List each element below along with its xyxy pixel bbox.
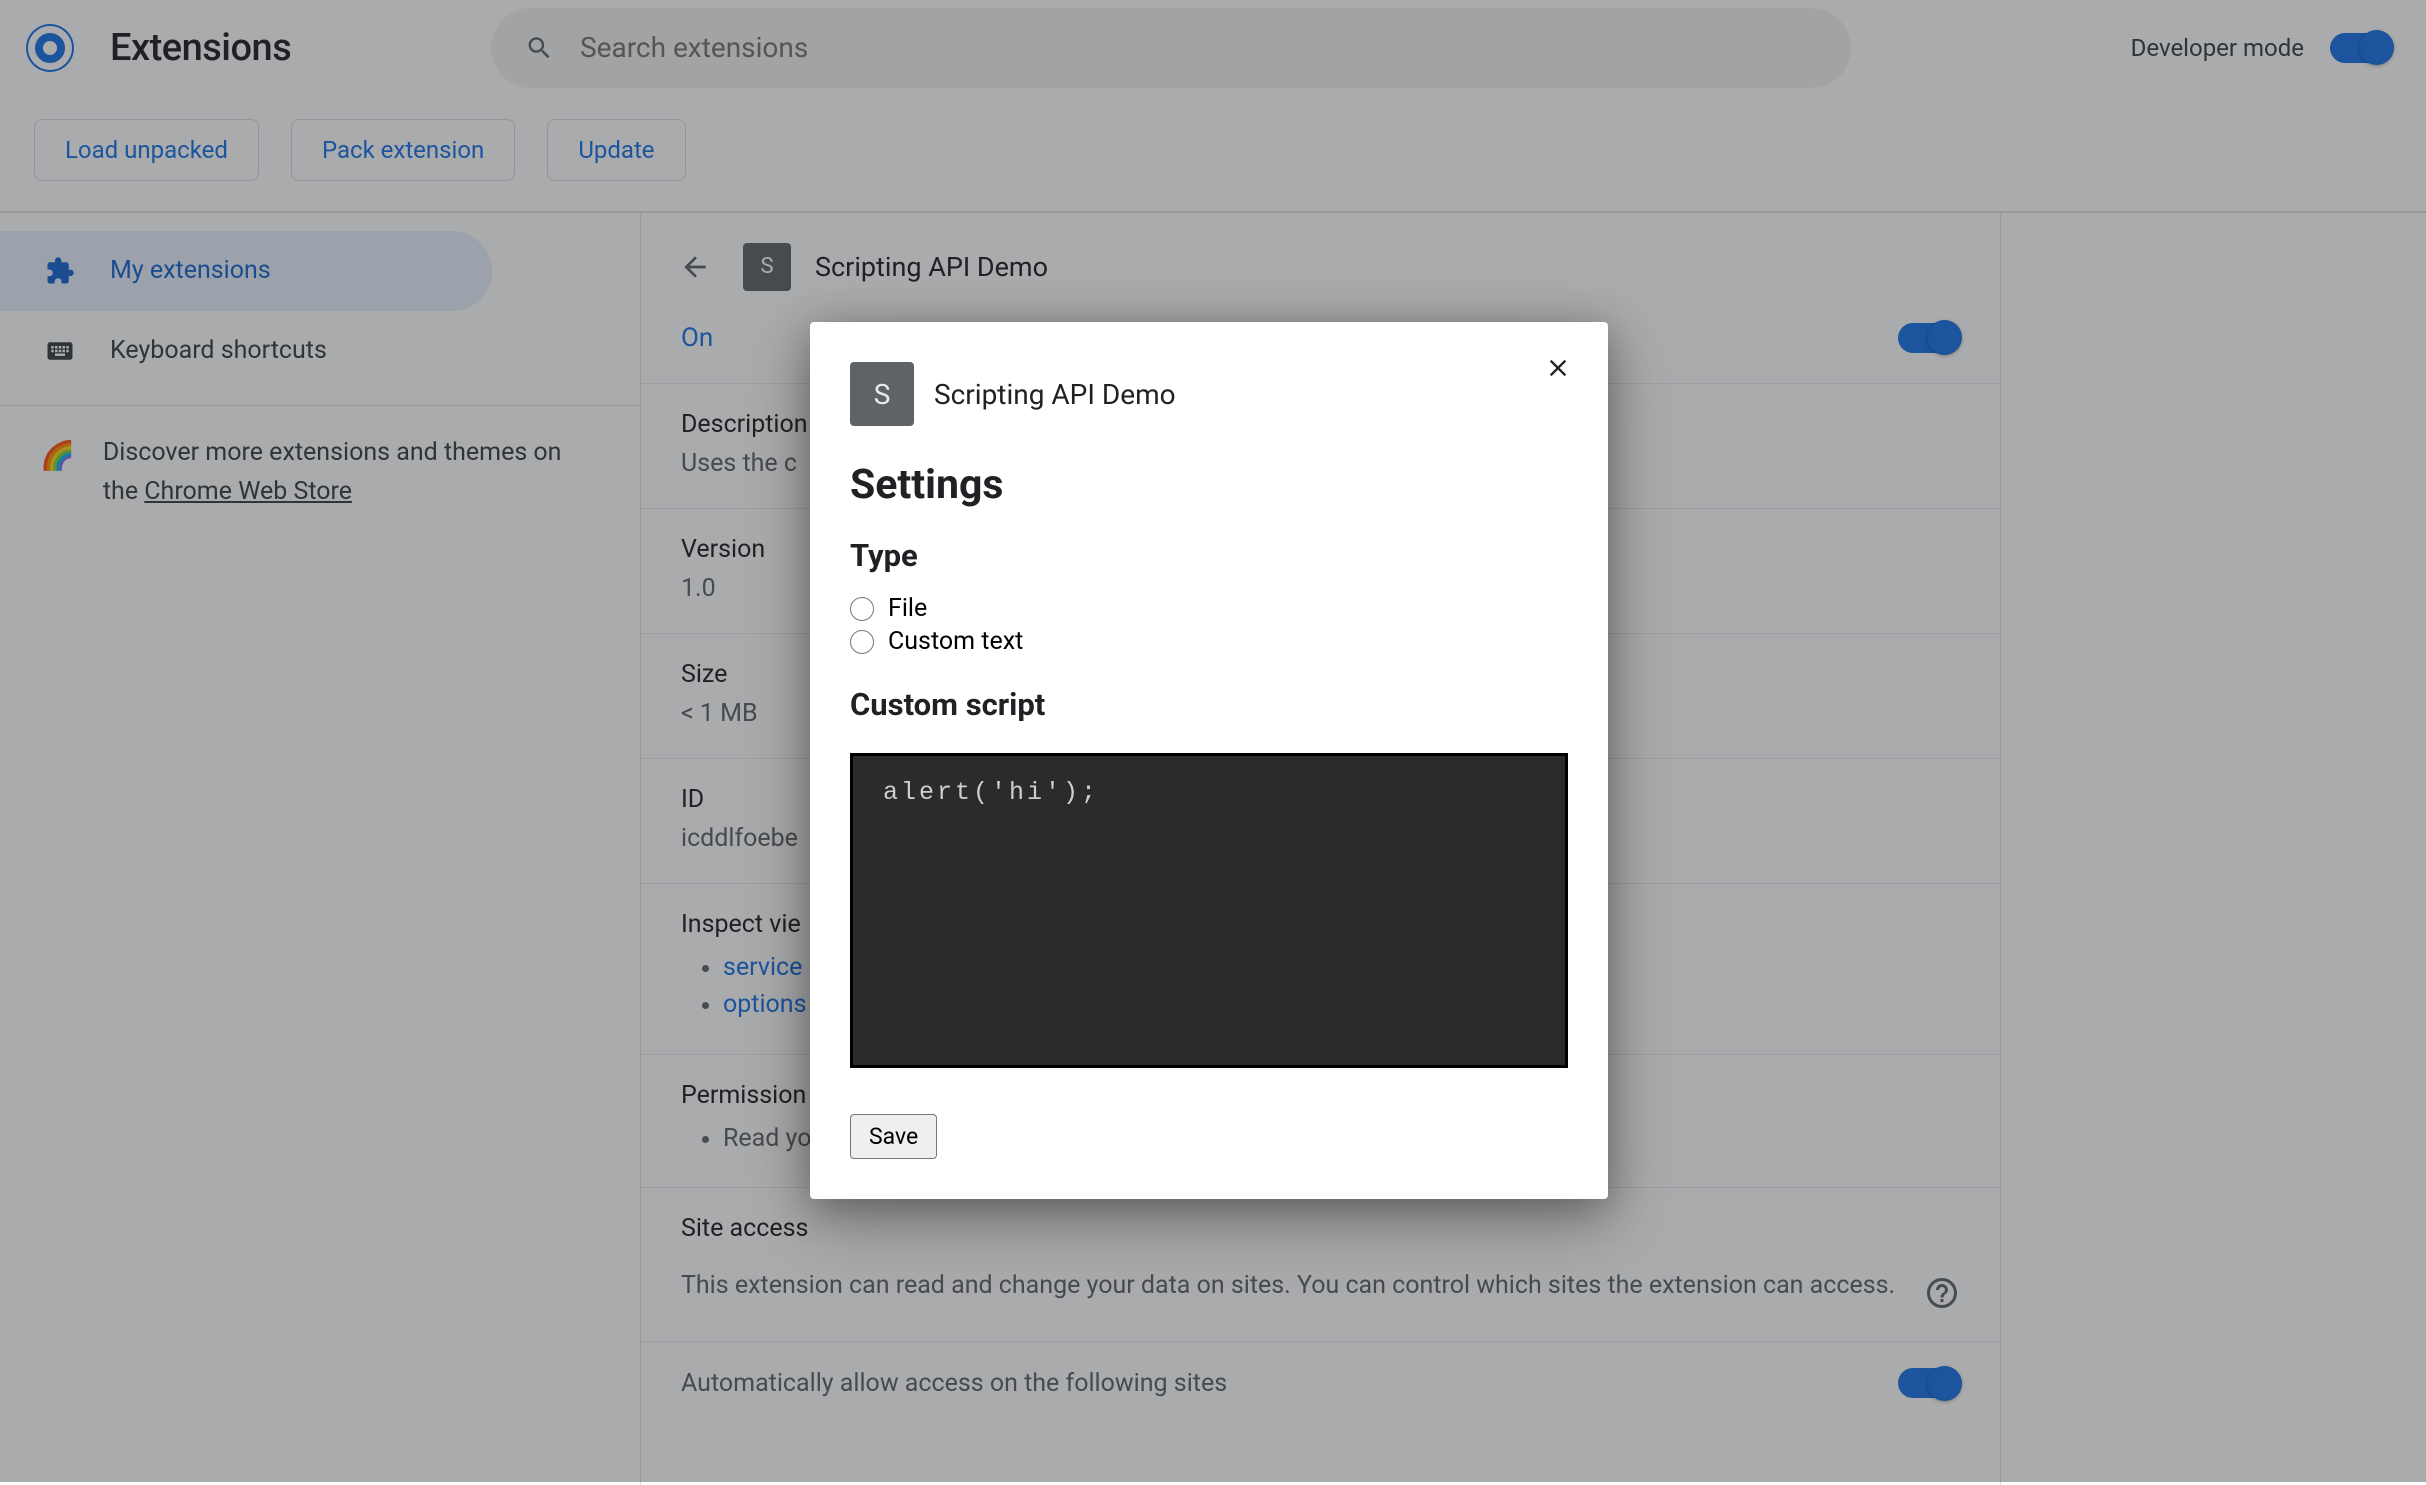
custom-script-heading: Custom script bbox=[850, 686, 1568, 723]
radio-custom-text[interactable]: Custom text bbox=[850, 627, 1568, 656]
dialog-ext-name: Scripting API Demo bbox=[934, 378, 1176, 411]
close-button[interactable] bbox=[1538, 348, 1578, 388]
radio-custom-label: Custom text bbox=[888, 627, 1023, 656]
options-dialog: S Scripting API Demo Settings Type File … bbox=[810, 322, 1608, 1199]
radio-file-label: File bbox=[888, 594, 927, 623]
custom-script-textarea[interactable] bbox=[850, 753, 1568, 1068]
radio-custom-input[interactable] bbox=[850, 630, 874, 654]
close-icon bbox=[1544, 354, 1572, 382]
save-button[interactable]: Save bbox=[850, 1114, 937, 1159]
dialog-heading: Settings bbox=[850, 461, 1568, 509]
radio-file[interactable]: File bbox=[850, 594, 1568, 623]
type-heading: Type bbox=[850, 537, 1568, 574]
dialog-badge: S bbox=[850, 362, 914, 426]
dialog-header: S Scripting API Demo bbox=[850, 362, 1568, 426]
radio-file-input[interactable] bbox=[850, 597, 874, 621]
